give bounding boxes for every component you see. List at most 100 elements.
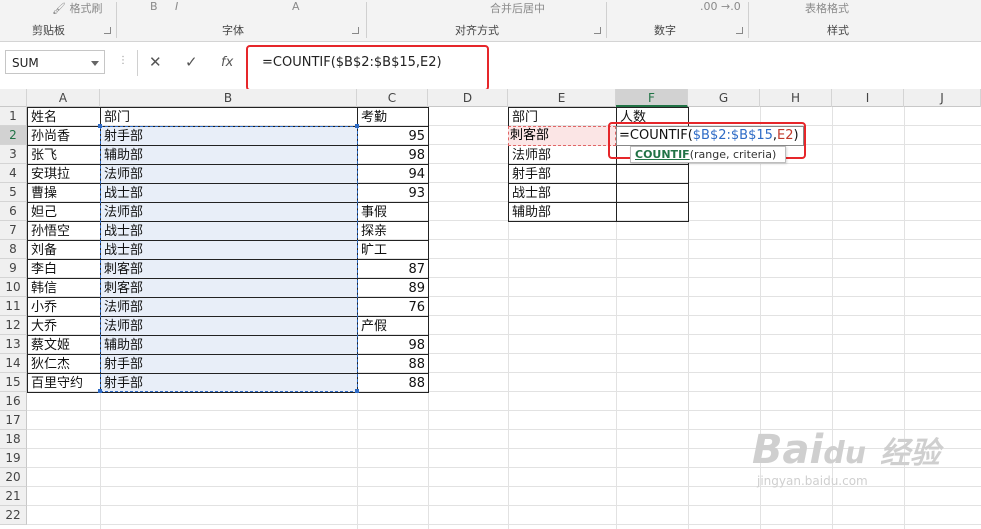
- table-cell[interactable]: 孙悟空: [27, 221, 101, 241]
- row-header-3[interactable]: 3: [0, 145, 27, 164]
- divider: [137, 50, 138, 76]
- table-cell[interactable]: 大乔: [27, 316, 101, 336]
- row-header-1[interactable]: 1: [0, 107, 27, 126]
- row-header-22[interactable]: 22: [0, 506, 27, 525]
- table-cell[interactable]: 妲己: [27, 202, 101, 222]
- table-cell[interactable]: 蔡文姬: [27, 335, 101, 355]
- table-cell[interactable]: 百里守约: [27, 373, 101, 393]
- table-cell[interactable]: 曹操: [27, 183, 101, 203]
- row-header-6[interactable]: 6: [0, 202, 27, 221]
- row-header-15[interactable]: 15: [0, 373, 27, 392]
- row-header-7[interactable]: 7: [0, 221, 27, 240]
- table-cell[interactable]: 旷工: [357, 240, 429, 260]
- table-cell[interactable]: 考勤: [357, 107, 429, 127]
- number-launcher-icon[interactable]: [736, 27, 743, 34]
- row-header-10[interactable]: 10: [0, 278, 27, 297]
- decimal-buttons[interactable]: .00 →.0: [700, 0, 741, 13]
- column-header-c[interactable]: C: [357, 89, 428, 107]
- format-painter-button[interactable]: 🖌 格式刷: [52, 0, 102, 16]
- table-cell[interactable]: 事假: [357, 202, 429, 222]
- table-cell[interactable]: 狄仁杰: [27, 354, 101, 374]
- divider: [366, 2, 367, 38]
- table-cell[interactable]: 刘备: [27, 240, 101, 260]
- cancel-icon[interactable]: ✕: [149, 53, 162, 71]
- italic-button[interactable]: I: [175, 0, 178, 13]
- table-cell[interactable]: 姓名: [27, 107, 101, 127]
- table-cell[interactable]: 韩信: [27, 278, 101, 298]
- table-cell[interactable]: 孙尚香: [27, 126, 101, 146]
- table-cell[interactable]: 88: [357, 354, 429, 374]
- table-cell[interactable]: 张飞: [27, 145, 101, 165]
- column-header-j[interactable]: J: [904, 89, 981, 107]
- row-header-17[interactable]: 17: [0, 411, 27, 430]
- column-header-e[interactable]: E: [508, 89, 616, 107]
- group-number: 数字: [654, 24, 676, 37]
- table-cell[interactable]: 部门: [100, 107, 358, 127]
- range-handle[interactable]: [98, 389, 102, 393]
- format-as-table-button[interactable]: 表格格式: [805, 0, 849, 16]
- table-cell[interactable]: [616, 164, 689, 184]
- table-cell[interactable]: 76: [357, 297, 429, 317]
- range-handle[interactable]: [98, 124, 102, 128]
- merge-center-button[interactable]: 合并后居中: [490, 0, 545, 16]
- table-cell[interactable]: 小乔: [27, 297, 101, 317]
- table-cell[interactable]: 89: [357, 278, 429, 298]
- row-header-19[interactable]: 19: [0, 449, 27, 468]
- bold-button[interactable]: B: [150, 0, 158, 13]
- table-cell[interactable]: 93: [357, 183, 429, 203]
- range-handle[interactable]: [355, 389, 359, 393]
- table-cell[interactable]: 88: [357, 373, 429, 393]
- table-cell[interactable]: 部门: [508, 107, 617, 127]
- column-header-a[interactable]: A: [27, 89, 100, 107]
- row-header-8[interactable]: 8: [0, 240, 27, 259]
- select-all-corner[interactable]: [0, 89, 27, 107]
- row-header-11[interactable]: 11: [0, 297, 27, 316]
- table-cell[interactable]: 产假: [357, 316, 429, 336]
- table-cell[interactable]: 98: [357, 145, 429, 165]
- table-cell[interactable]: 辅助部: [508, 202, 617, 222]
- column-header-f[interactable]: F: [616, 89, 688, 107]
- range-selection-outline: [100, 126, 358, 392]
- row-header-20[interactable]: 20: [0, 468, 27, 487]
- font-color-button[interactable]: A: [292, 0, 300, 13]
- alignment-launcher-icon[interactable]: [594, 27, 601, 34]
- column-header-g[interactable]: G: [688, 89, 760, 107]
- column-header-i[interactable]: I: [832, 89, 904, 107]
- tooltip-function-link[interactable]: COUNTIF: [635, 148, 690, 161]
- table-cell[interactable]: [616, 183, 689, 203]
- table-cell[interactable]: 安琪拉: [27, 164, 101, 184]
- function-tooltip: COUNTIF(range, criteria): [630, 146, 786, 163]
- name-box[interactable]: SUM: [5, 50, 105, 74]
- clipboard-launcher-icon[interactable]: [104, 27, 111, 34]
- column-header-d[interactable]: D: [428, 89, 508, 107]
- row-header-2[interactable]: 2: [0, 126, 27, 145]
- row-header-13[interactable]: 13: [0, 335, 27, 354]
- font-launcher-icon[interactable]: [352, 27, 359, 34]
- table-cell[interactable]: 战士部: [508, 183, 617, 203]
- table-cell[interactable]: 法师部: [508, 145, 617, 165]
- table-cell[interactable]: 98: [357, 335, 429, 355]
- row-header-16[interactable]: 16: [0, 392, 27, 411]
- column-header-h[interactable]: H: [760, 89, 832, 107]
- table-cell[interactable]: 87: [357, 259, 429, 279]
- table-cell[interactable]: 95: [357, 126, 429, 146]
- chevron-down-icon[interactable]: [91, 61, 99, 66]
- row-header-18[interactable]: 18: [0, 430, 27, 449]
- table-cell[interactable]: 探亲: [357, 221, 429, 241]
- column-header-b[interactable]: B: [100, 89, 357, 107]
- row-header-12[interactable]: 12: [0, 316, 27, 335]
- row-header-14[interactable]: 14: [0, 354, 27, 373]
- table-cell[interactable]: 李白: [27, 259, 101, 279]
- cell-e2[interactable]: 刺客部: [510, 126, 549, 145]
- insert-function-icon[interactable]: fx: [221, 55, 233, 70]
- row-header-4[interactable]: 4: [0, 164, 27, 183]
- table-cell[interactable]: 射手部: [508, 164, 617, 184]
- table-cell[interactable]: 94: [357, 164, 429, 184]
- range-handle[interactable]: [355, 124, 359, 128]
- table-cell[interactable]: [616, 202, 689, 222]
- row-header-9[interactable]: 9: [0, 259, 27, 278]
- row-header-5[interactable]: 5: [0, 183, 27, 202]
- row-header-21[interactable]: 21: [0, 487, 27, 506]
- group-font: 字体: [222, 24, 244, 37]
- enter-icon[interactable]: ✓: [185, 53, 198, 71]
